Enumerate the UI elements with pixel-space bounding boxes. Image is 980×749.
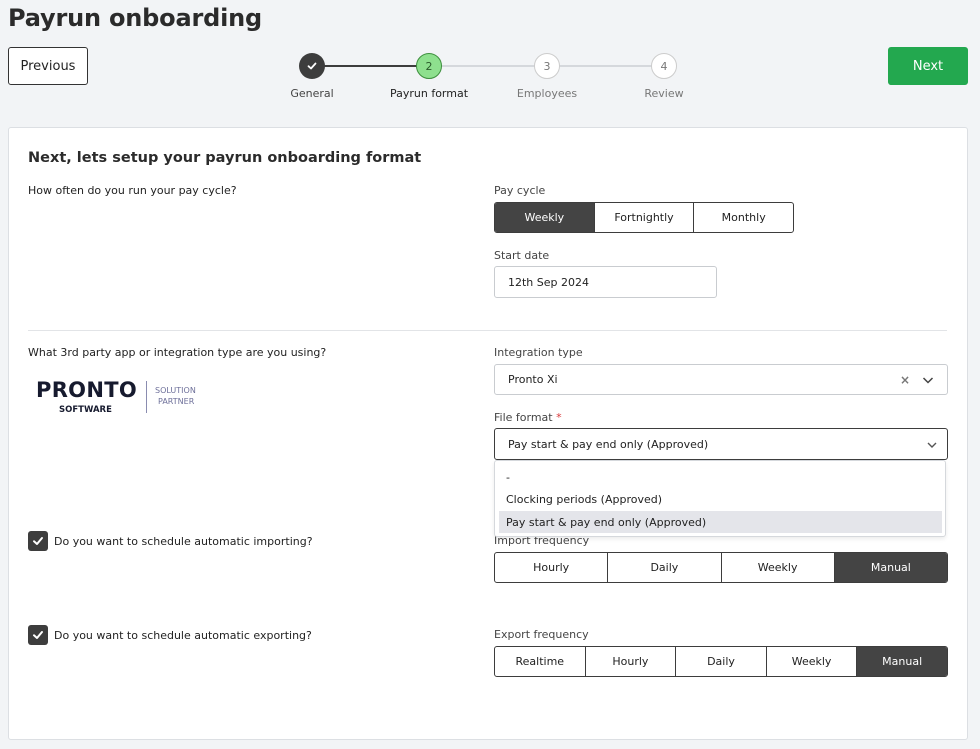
export-realtime-option[interactable]: Realtime bbox=[495, 647, 586, 676]
step-1-label: General bbox=[290, 87, 334, 100]
pay-cycle-selector: Weekly Fortnightly Monthly bbox=[494, 202, 794, 233]
export-daily-option[interactable]: Daily bbox=[676, 647, 767, 676]
pronto-logo: PRONTO SOFTWARE SOLUTION PARTNER bbox=[36, 378, 206, 418]
pay-cycle-weekly-option[interactable]: Weekly bbox=[495, 203, 595, 232]
step-connector bbox=[312, 65, 430, 67]
logo-sub: SOFTWARE bbox=[59, 405, 112, 415]
import-frequency-selector: Hourly Daily Weekly Manual bbox=[494, 552, 948, 583]
next-button[interactable]: Next bbox=[888, 47, 968, 85]
logo-partner-line2: PARTNER bbox=[158, 397, 195, 406]
integration-type-select[interactable]: Pronto Xi × bbox=[494, 364, 948, 395]
file-format-label: File format * bbox=[494, 411, 562, 424]
import-question: Do you want to schedule automatic import… bbox=[54, 535, 313, 548]
pay-cycle-fortnightly-option[interactable]: Fortnightly bbox=[595, 203, 695, 232]
step-4-label: Review bbox=[644, 87, 684, 100]
check-icon bbox=[307, 62, 317, 70]
integration-question: What 3rd party app or integration type a… bbox=[28, 346, 327, 359]
export-frequency-selector: Realtime Hourly Daily Weekly Manual bbox=[494, 646, 948, 677]
logo-divider bbox=[146, 381, 147, 413]
import-daily-option[interactable]: Daily bbox=[608, 553, 722, 582]
step-2-label: Payrun format bbox=[389, 87, 469, 100]
step-4-circle[interactable]: 4 bbox=[651, 53, 677, 79]
export-question: Do you want to schedule automatic export… bbox=[54, 629, 312, 642]
export-checkbox[interactable] bbox=[28, 625, 48, 645]
dropdown-option-clocking-periods[interactable]: Clocking periods (Approved) bbox=[499, 488, 942, 510]
file-format-label-text: File format bbox=[494, 411, 553, 424]
import-hourly-option[interactable]: Hourly bbox=[495, 553, 609, 582]
pay-cycle-question: How often do you run your pay cycle? bbox=[28, 184, 237, 197]
export-hourly-option[interactable]: Hourly bbox=[586, 647, 677, 676]
step-2-circle[interactable]: 2 bbox=[416, 53, 442, 79]
step-1-circle[interactable] bbox=[299, 53, 325, 79]
export-weekly-option[interactable]: Weekly bbox=[767, 647, 858, 676]
clear-icon[interactable]: × bbox=[900, 373, 910, 387]
section-divider bbox=[28, 330, 947, 331]
dropdown-option-pay-start-end[interactable]: Pay start & pay end only (Approved) bbox=[499, 511, 942, 533]
file-format-dropdown-menu: - Clocking periods (Approved) Pay start … bbox=[494, 460, 946, 537]
previous-button[interactable]: Previous bbox=[8, 47, 88, 85]
logo-brand: PRONTO bbox=[36, 378, 137, 402]
integration-type-label: Integration type bbox=[494, 346, 583, 359]
step-3-circle[interactable]: 3 bbox=[534, 53, 560, 79]
pay-cycle-label: Pay cycle bbox=[494, 184, 546, 197]
start-date-label: Start date bbox=[494, 249, 550, 262]
required-mark: * bbox=[556, 411, 562, 424]
pay-cycle-monthly-option[interactable]: Monthly bbox=[694, 203, 793, 232]
chevron-down-icon[interactable] bbox=[922, 375, 934, 385]
page-title: Payrun onboarding bbox=[8, 4, 262, 32]
step-3-label: Employees bbox=[516, 87, 578, 100]
dropdown-option-none[interactable]: - bbox=[499, 466, 942, 488]
export-manual-option[interactable]: Manual bbox=[857, 647, 947, 676]
export-frequency-label: Export frequency bbox=[494, 628, 589, 641]
import-weekly-option[interactable]: Weekly bbox=[722, 553, 835, 582]
import-manual-option[interactable]: Manual bbox=[834, 553, 947, 582]
start-date-input[interactable]: 12th Sep 2024 bbox=[494, 266, 717, 298]
import-checkbox[interactable] bbox=[28, 531, 48, 551]
form-heading: Next, lets setup your payrun onboarding … bbox=[28, 150, 422, 166]
logo-partner-line1: SOLUTION bbox=[155, 386, 196, 395]
chevron-down-icon[interactable] bbox=[927, 441, 937, 449]
file-format-select[interactable]: Pay start & pay end only (Approved) bbox=[494, 428, 948, 460]
check-icon bbox=[33, 631, 43, 639]
check-icon bbox=[33, 537, 43, 545]
integration-type-value: Pronto Xi bbox=[508, 373, 558, 386]
file-format-value: Pay start & pay end only (Approved) bbox=[508, 437, 709, 451]
start-date-value: 12th Sep 2024 bbox=[508, 275, 590, 289]
